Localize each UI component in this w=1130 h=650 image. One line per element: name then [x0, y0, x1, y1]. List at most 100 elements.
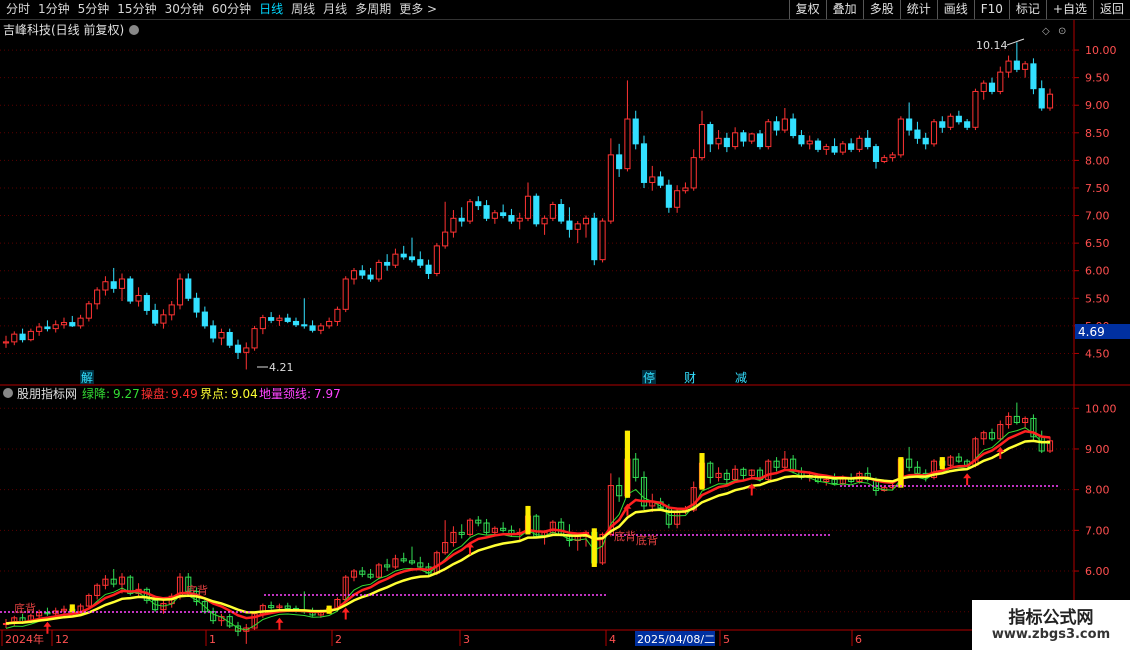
period-tab[interactable]: 5分钟: [74, 0, 114, 19]
candle-body: [790, 118, 797, 137]
period-tab[interactable]: 1分钟: [34, 0, 74, 19]
tool-button[interactable]: +自选: [1045, 0, 1093, 19]
y-tick-label: 6.00: [1085, 565, 1110, 578]
date-label: 3: [463, 633, 470, 646]
candle-body: [988, 82, 996, 92]
period-tab[interactable]: 30分钟: [161, 0, 208, 19]
y-tick-label: 7.00: [1085, 210, 1110, 223]
candle-body: [375, 261, 382, 280]
legend-green-value: 9.27: [113, 387, 140, 401]
candle-body: [500, 212, 507, 217]
period-tab[interactable]: 月线: [319, 0, 351, 19]
candle-body: [848, 143, 855, 150]
candle-body: [342, 278, 349, 310]
candle-body: [872, 146, 880, 162]
tool-button[interactable]: 统计: [899, 0, 937, 19]
candle-body: [326, 320, 333, 327]
event-marker-cai[interactable]: 财: [684, 371, 696, 385]
settings-icon[interactable]: ⊙: [1058, 26, 1066, 37]
candle-body: [566, 220, 573, 230]
tool-button[interactable]: F10: [973, 0, 1009, 19]
candle-body: [599, 220, 606, 261]
candle-body: [897, 118, 904, 156]
period-tab[interactable]: 分时: [2, 0, 34, 19]
tool-button[interactable]: 返回: [1092, 0, 1130, 19]
candle-body: [11, 333, 18, 343]
event-marker-ting[interactable]: 停: [643, 370, 655, 385]
candle-body: [541, 217, 548, 225]
candle-body: [201, 311, 208, 327]
candle-body: [632, 118, 639, 145]
signal-bar: [624, 430, 630, 498]
candle-body: [301, 324, 308, 327]
period-tab[interactable]: 更多 >: [395, 0, 441, 19]
watermark-url: www.zbgs3.com: [991, 627, 1111, 642]
y-tick-label: 8.00: [1085, 154, 1110, 167]
y-tick-label: 6.50: [1085, 237, 1110, 250]
candle-body: [516, 217, 523, 222]
candle-body: [392, 253, 399, 266]
chevron-down-icon[interactable]: [129, 25, 139, 35]
candle-body: [218, 331, 225, 339]
candle-body: [906, 118, 913, 131]
period-tab[interactable]: 多周期: [351, 0, 395, 19]
candle-body: [740, 132, 747, 142]
candle-body: [533, 195, 540, 225]
y-tick-label: 10.00: [1085, 44, 1117, 57]
tool-button[interactable]: 复权: [788, 0, 826, 19]
watermark-title: 指标公式网: [1008, 608, 1094, 628]
candle-body: [624, 118, 631, 170]
signal-bar: [326, 605, 332, 614]
candle-body: [690, 157, 697, 189]
tool-button[interactable]: 标记: [1008, 0, 1046, 19]
diamond-icon[interactable]: ◇: [1042, 26, 1050, 37]
candle-body: [458, 217, 465, 222]
date-label: 2: [335, 633, 342, 646]
y-tick-label: 9.50: [1085, 72, 1110, 85]
candle-body: [806, 140, 813, 145]
candle-body: [823, 146, 830, 150]
candle-body: [607, 154, 614, 222]
candle-body: [450, 217, 457, 233]
candle-body: [466, 201, 474, 222]
candle-body: [234, 344, 242, 353]
candle-body: [707, 124, 714, 145]
watermark: 指标公式网 www.zbgs3.com: [972, 600, 1130, 650]
candle-body: [955, 115, 962, 123]
candle-body: [102, 281, 109, 291]
period-tab[interactable]: 15分钟: [113, 0, 160, 19]
date-label: 1: [209, 633, 216, 646]
tool-button[interactable]: 多股: [862, 0, 900, 19]
tool-button[interactable]: 画线: [936, 0, 974, 19]
y-tick-label: 10.00: [1085, 402, 1117, 415]
signal-bar: [591, 528, 597, 567]
y-tick-label: 4.50: [1085, 347, 1110, 360]
candle-body: [914, 129, 921, 139]
event-marker-jian[interactable]: 减: [735, 371, 747, 385]
period-tab[interactable]: 60分钟: [208, 0, 255, 19]
tool-button[interactable]: 叠加: [825, 0, 863, 19]
chevron-down-icon[interactable]: [3, 388, 13, 398]
stock-chart[interactable]: 吉峰科技(日线 前复权) ◇ ⊙ 10.00 9.50 9.00 8.50 8.00 7.…: [0, 20, 1130, 650]
signal-bar: [939, 457, 945, 470]
date-label: 6: [855, 633, 862, 646]
candle-body: [143, 295, 150, 311]
legend-magenta-value: 7.97: [314, 387, 341, 401]
candle-body: [384, 261, 391, 266]
candle-body: [350, 270, 358, 280]
candle-body: [168, 304, 175, 316]
date-label: 4: [609, 633, 616, 646]
candle-body: [127, 278, 134, 302]
period-tab[interactable]: 周线: [287, 0, 319, 19]
candle-body: [152, 309, 159, 324]
candle-body: [36, 326, 43, 332]
legend-red-label: 操盘:: [141, 386, 169, 401]
high-label: 10.14: [976, 39, 1008, 52]
current-price-label: 4.69: [1078, 325, 1105, 339]
legend-magenta-label: 地量颈线:: [259, 387, 311, 401]
candle-body: [243, 347, 250, 353]
candle-body: [334, 308, 341, 322]
period-tab[interactable]: 日线: [255, 0, 287, 19]
date-label: 2025/04/08/二: [637, 633, 715, 646]
event-marker-jie[interactable]: 解: [81, 371, 93, 385]
